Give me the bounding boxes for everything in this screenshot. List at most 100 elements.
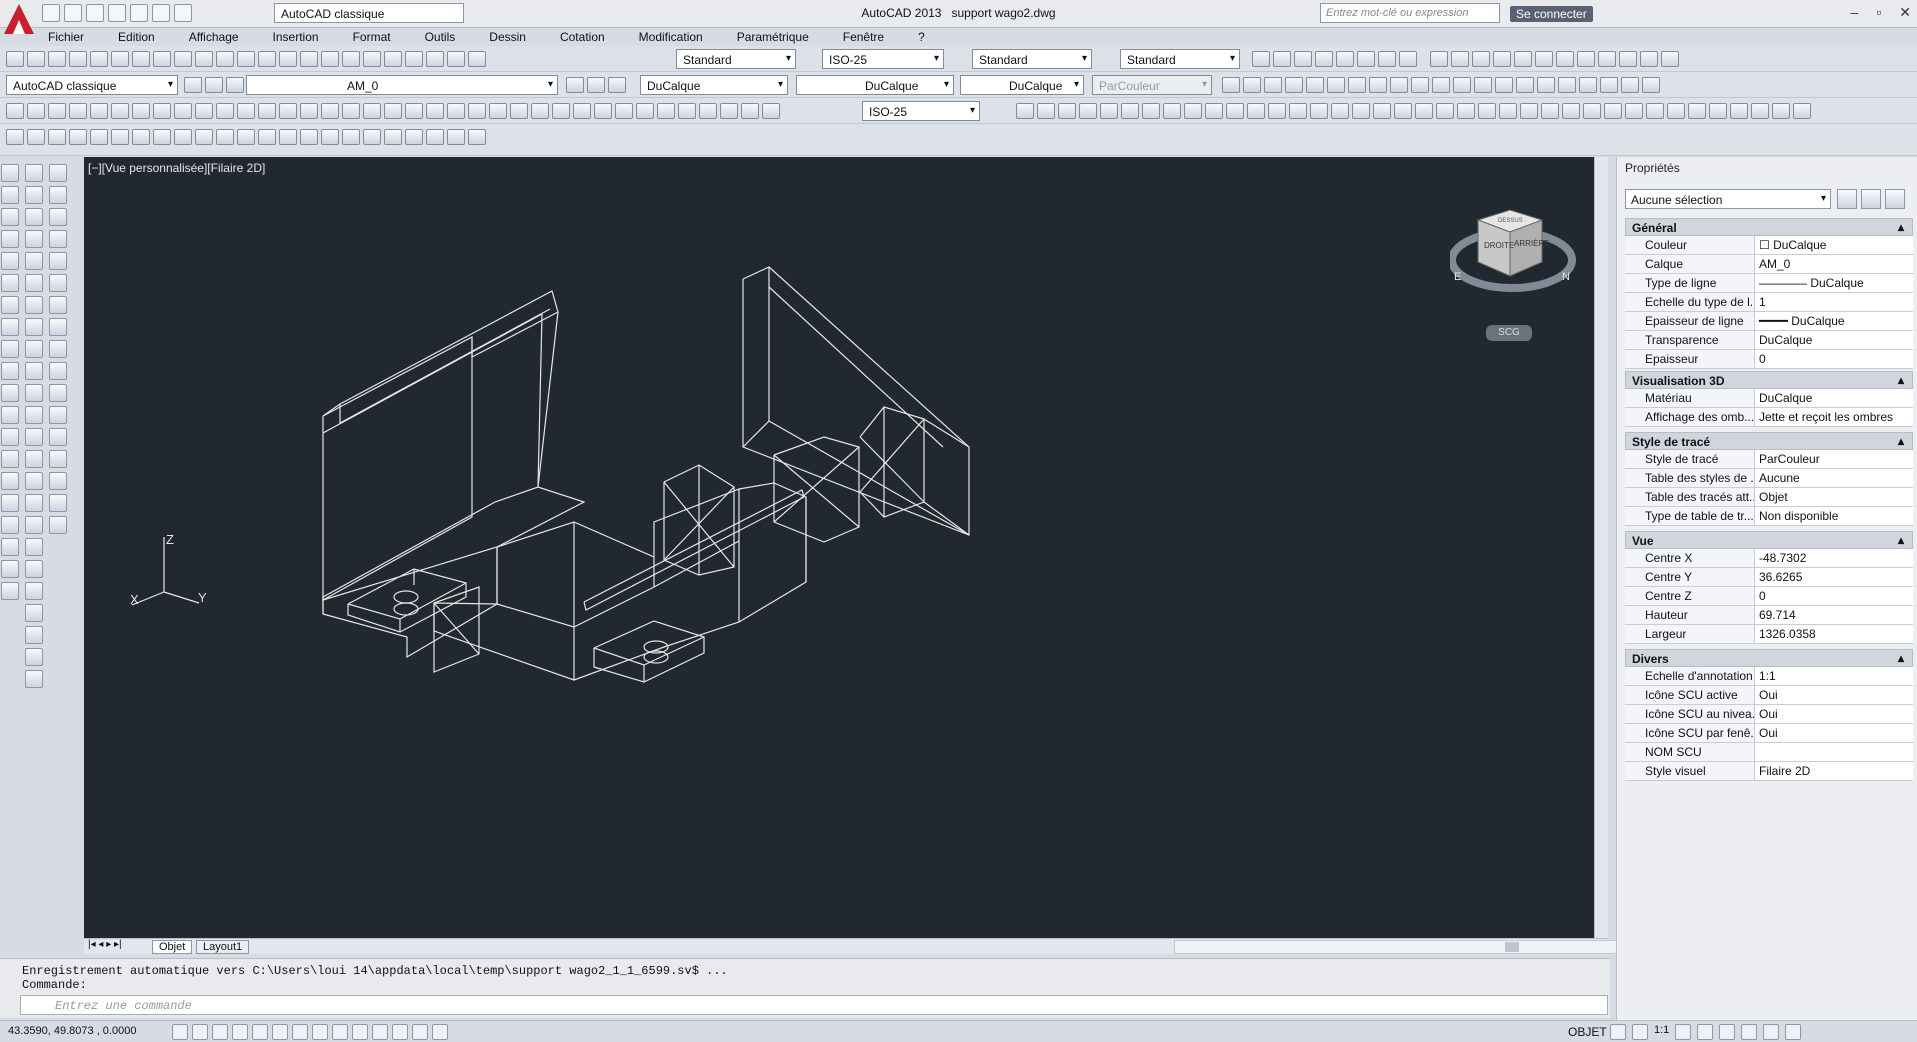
help-icon[interactable] bbox=[468, 51, 486, 67]
3d-icon[interactable] bbox=[426, 129, 444, 145]
tool-icon[interactable] bbox=[1751, 103, 1769, 119]
move-icon[interactable] bbox=[25, 274, 43, 292]
text-icon[interactable] bbox=[552, 103, 570, 119]
tool-icon[interactable] bbox=[1142, 103, 1160, 119]
3d-icon[interactable] bbox=[69, 129, 87, 145]
section-header[interactable]: Vue bbox=[1625, 531, 1913, 549]
prop-row[interactable]: Icône SCU par fenê... Oui bbox=[1625, 724, 1913, 743]
linetype-dropdown[interactable]: DuCalque bbox=[796, 75, 954, 95]
tab-nav-arrows[interactable]: |◂ ◂ ▸ ▸| bbox=[88, 939, 122, 950]
tool-icon[interactable] bbox=[1331, 103, 1349, 119]
text-icon[interactable] bbox=[531, 103, 549, 119]
point-icon[interactable] bbox=[1, 450, 19, 468]
text-icon[interactable] bbox=[594, 103, 612, 119]
trim-icon[interactable] bbox=[25, 362, 43, 380]
tool-icon[interactable] bbox=[1642, 77, 1660, 93]
workspace-icon[interactable] bbox=[1697, 1024, 1714, 1040]
tool-icon[interactable] bbox=[1348, 77, 1366, 93]
dim-icon[interactable] bbox=[1493, 51, 1511, 67]
lwt-icon[interactable] bbox=[372, 1024, 388, 1040]
prop-row[interactable]: Style visuel Filaire 2D bbox=[1625, 762, 1913, 781]
3d-icon[interactable] bbox=[48, 129, 66, 145]
polyline-icon[interactable] bbox=[1, 208, 19, 226]
lock-icon[interactable] bbox=[1719, 1024, 1736, 1040]
color-dropdown[interactable]: DuCalque bbox=[640, 75, 788, 95]
draworder-icon[interactable] bbox=[25, 604, 43, 622]
dim-icon[interactable] bbox=[1556, 51, 1574, 67]
prop-row[interactable]: Table des tracés att... Objet bbox=[1625, 488, 1913, 507]
tool-icon[interactable] bbox=[1268, 103, 1286, 119]
tool-icon[interactable] bbox=[1474, 77, 1492, 93]
tool-icon[interactable] bbox=[1453, 77, 1471, 93]
prop-value[interactable]: Filaire 2D bbox=[1755, 762, 1913, 780]
infer-icon[interactable] bbox=[172, 1024, 188, 1040]
line-icon[interactable] bbox=[1, 164, 19, 182]
toggle-pickadd-icon[interactable] bbox=[1837, 189, 1857, 209]
copy-icon[interactable] bbox=[153, 51, 171, 67]
close-button[interactable]: ✕ bbox=[1899, 4, 1911, 21]
text-icon[interactable] bbox=[657, 103, 675, 119]
text-icon[interactable] bbox=[342, 103, 360, 119]
snap-icon[interactable] bbox=[49, 516, 67, 534]
prop-row[interactable]: Hauteur 69.714 bbox=[1625, 606, 1913, 625]
ortho-icon[interactable] bbox=[232, 1024, 248, 1040]
text-icon[interactable] bbox=[384, 103, 402, 119]
ellipse-icon[interactable] bbox=[1, 362, 19, 380]
3d-icon[interactable] bbox=[405, 129, 423, 145]
dim-style-dropdown-2[interactable]: ISO-25 bbox=[862, 101, 980, 121]
menu-help[interactable]: ? bbox=[912, 28, 931, 46]
text-icon[interactable] bbox=[174, 103, 192, 119]
stretch-icon[interactable] bbox=[25, 340, 43, 358]
isolate-icon[interactable] bbox=[1763, 1024, 1780, 1040]
ellipse-arc-icon[interactable] bbox=[1, 384, 19, 402]
ucs-menu-button[interactable]: SCG bbox=[1486, 325, 1532, 341]
arc-icon[interactable] bbox=[1, 274, 19, 292]
text-icon[interactable] bbox=[6, 103, 24, 119]
qp-icon[interactable] bbox=[412, 1024, 428, 1040]
tool-icon[interactable] bbox=[1394, 103, 1412, 119]
prop-value[interactable]: Non disponible bbox=[1755, 507, 1913, 525]
tool-icon[interactable] bbox=[1247, 103, 1265, 119]
prop-row[interactable]: Largeur 1326.0358 bbox=[1625, 625, 1913, 644]
prop-row[interactable]: Centre X -48.7302 bbox=[1625, 549, 1913, 568]
dyn-icon[interactable] bbox=[352, 1024, 368, 1040]
text-icon[interactable] bbox=[405, 103, 423, 119]
clean-screen-icon[interactable] bbox=[1785, 1024, 1802, 1040]
prop-value[interactable]: 0 bbox=[1755, 350, 1913, 368]
text-icon[interactable] bbox=[489, 103, 507, 119]
dim-icon[interactable] bbox=[1535, 51, 1553, 67]
text-icon[interactable] bbox=[48, 103, 66, 119]
chamfer-icon[interactable] bbox=[25, 450, 43, 468]
section-header[interactable]: Général bbox=[1625, 218, 1913, 236]
dim-style-dropdown[interactable]: ISO-25 bbox=[822, 49, 944, 69]
prop-value[interactable]: 0 bbox=[1755, 587, 1913, 605]
prop-value[interactable]: Aucune bbox=[1755, 469, 1913, 487]
prop-value[interactable]: ☐ DuCalque bbox=[1755, 236, 1913, 254]
3d-icon[interactable] bbox=[153, 129, 171, 145]
section-header[interactable]: Divers bbox=[1625, 649, 1913, 667]
zoom-icon[interactable] bbox=[279, 51, 297, 67]
tool-icon[interactable] bbox=[1537, 77, 1555, 93]
prop-value[interactable]: Oui bbox=[1755, 705, 1913, 723]
prop-value[interactable]: 1 bbox=[1755, 293, 1913, 311]
text-icon[interactable] bbox=[195, 103, 213, 119]
view-icon[interactable] bbox=[1252, 51, 1270, 67]
dim-icon[interactable] bbox=[1640, 51, 1658, 67]
explode-icon[interactable] bbox=[25, 494, 43, 512]
pan-icon[interactable] bbox=[258, 51, 276, 67]
scroll-thumb[interactable] bbox=[1505, 942, 1519, 952]
table-icon[interactable] bbox=[1, 538, 19, 556]
tool-icon[interactable] bbox=[1327, 77, 1345, 93]
text-icon[interactable] bbox=[237, 103, 255, 119]
calculator-icon[interactable] bbox=[447, 51, 465, 67]
text-icon[interactable] bbox=[363, 103, 381, 119]
prop-value[interactable]: ━━━━ DuCalque bbox=[1755, 312, 1913, 330]
tool-icon[interactable] bbox=[1352, 103, 1370, 119]
zoom-window-icon[interactable] bbox=[300, 51, 318, 67]
sc-icon[interactable] bbox=[432, 1024, 448, 1040]
tool-palette-icon[interactable] bbox=[384, 51, 402, 67]
3d-icon[interactable] bbox=[216, 129, 234, 145]
view-icon[interactable] bbox=[1399, 51, 1417, 67]
circle-icon[interactable] bbox=[1, 296, 19, 314]
tool-icon[interactable] bbox=[1516, 77, 1534, 93]
